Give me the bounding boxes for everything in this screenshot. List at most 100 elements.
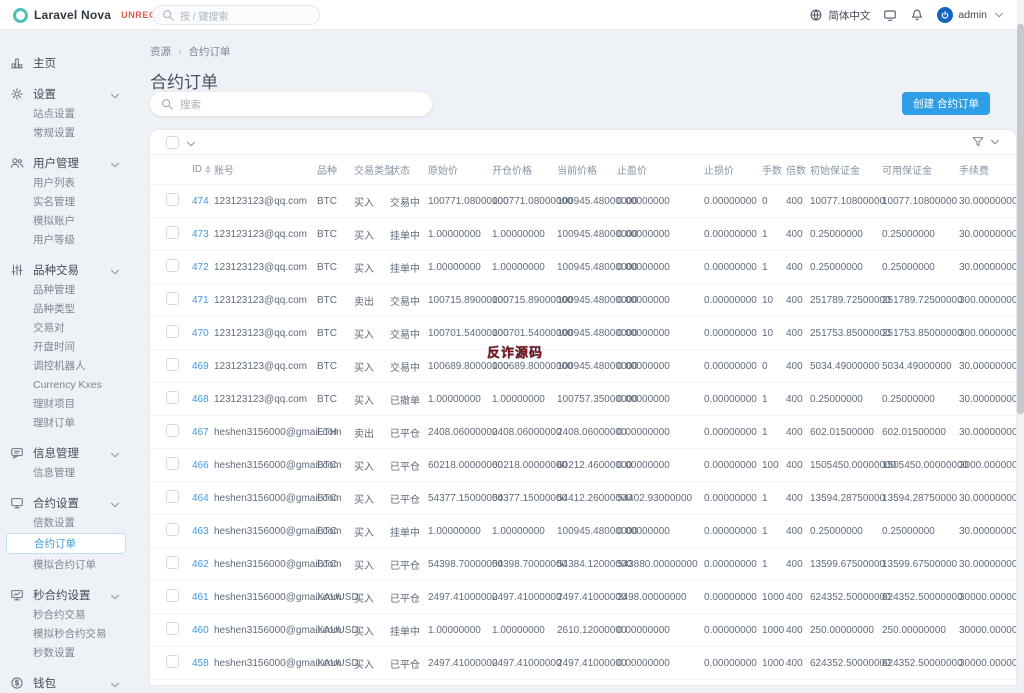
cell: 123123123@qq.com xyxy=(210,284,313,317)
cell: heshen3156000@gmail.com xyxy=(210,614,313,647)
cell: 10 xyxy=(758,317,782,350)
cell: 0.00000000 xyxy=(700,383,758,416)
select-all-chevron-icon[interactable] xyxy=(184,137,194,147)
cell: 400 xyxy=(782,218,806,251)
notifications-button[interactable] xyxy=(910,8,924,22)
row-id-link[interactable]: 461 xyxy=(192,592,209,603)
cell: 624352.50000000 xyxy=(878,647,955,680)
row-checkbox[interactable] xyxy=(166,259,179,272)
row-id-link[interactable]: 462 xyxy=(192,559,209,570)
sidebar-section[interactable]: 信息管理 xyxy=(0,443,140,463)
sidebar-item[interactable]: 理财项目 xyxy=(0,394,140,413)
row-checkbox[interactable] xyxy=(166,391,179,404)
row-id-link[interactable]: 460 xyxy=(192,625,209,636)
sidebar-item[interactable]: 用户列表 xyxy=(0,173,140,192)
row-id-link[interactable]: 472 xyxy=(192,262,209,273)
row-id-link[interactable]: 474 xyxy=(192,196,209,207)
sidebar-item[interactable]: 调控机器人 xyxy=(0,356,140,375)
sidebar-item[interactable]: Currency Kxes xyxy=(0,375,140,394)
chevron-down-icon xyxy=(988,135,1002,149)
sidebar-item[interactable]: 模拟秒合约交易 xyxy=(0,624,140,643)
sidebar-section[interactable]: 合约设置 xyxy=(0,493,140,513)
cell: 1000 xyxy=(758,647,782,680)
cell: 0.00000000 xyxy=(613,251,700,284)
sidebar-item[interactable]: 交易对 xyxy=(0,318,140,337)
sidebar-section[interactable]: 秒合约设置 xyxy=(0,585,140,605)
cell: 1 xyxy=(758,416,782,449)
sort-icon[interactable] xyxy=(205,165,211,174)
sliders-icon xyxy=(10,263,25,278)
sidebar-item[interactable]: 站点设置 xyxy=(0,104,140,123)
row-checkbox[interactable] xyxy=(166,589,179,602)
select-all-checkbox[interactable] xyxy=(166,136,179,149)
page-scrollbar-thumb[interactable] xyxy=(1017,24,1024,414)
row-checkbox[interactable] xyxy=(166,325,179,338)
row-id-link[interactable]: 473 xyxy=(192,229,209,240)
sidebar-item[interactable]: 实名管理 xyxy=(0,192,140,211)
sidebar-section[interactable]: 钱包 xyxy=(0,673,140,693)
row-id-link[interactable]: 464 xyxy=(192,493,209,504)
row-checkbox[interactable] xyxy=(166,556,179,569)
row-id-link[interactable]: 458 xyxy=(192,658,209,669)
sidebar-item[interactable]: 理财订单 xyxy=(0,413,140,432)
row-checkbox[interactable] xyxy=(166,292,179,305)
cell: 400 xyxy=(782,416,806,449)
cell: 100 xyxy=(758,449,782,482)
resource-search-input[interactable]: 搜索 xyxy=(150,92,432,116)
row-id-link[interactable]: 463 xyxy=(192,526,209,537)
cell: 100757.35000000 xyxy=(553,383,613,416)
cell: 0.00000000 xyxy=(613,647,700,680)
row-id-link[interactable]: 470 xyxy=(192,328,209,339)
sidebar-section[interactable]: 主页 xyxy=(0,53,140,73)
theme-toggle-button[interactable] xyxy=(883,8,897,22)
table-row: 461heshen3156000@gmail.comXAUUSD买入已平仓249… xyxy=(150,581,1016,614)
sidebar-item[interactable]: 开盘时间 xyxy=(0,337,140,356)
filter-button[interactable] xyxy=(971,135,1002,149)
sidebar-item[interactable]: 品种类型 xyxy=(0,299,140,318)
user-menu[interactable]: admin xyxy=(937,7,1006,23)
row-checkbox[interactable] xyxy=(166,655,179,668)
chevron-down-icon xyxy=(108,448,118,458)
row-id-link[interactable]: 469 xyxy=(192,361,209,372)
row-id-link[interactable]: 471 xyxy=(192,295,209,306)
cell: 400 xyxy=(782,185,806,218)
row-checkbox[interactable] xyxy=(166,193,179,206)
sidebar-item[interactable]: 模拟账户 xyxy=(0,211,140,230)
row-id-link[interactable]: 467 xyxy=(192,427,209,438)
table-row: 474123123123@qq.comBTC买入交易中100771.080000… xyxy=(150,185,1016,218)
cell: 1.00000000 xyxy=(424,218,488,251)
cell: 0.00000000 xyxy=(700,284,758,317)
sidebar-item[interactable]: 信息管理 xyxy=(0,463,140,482)
row-checkbox[interactable] xyxy=(166,457,179,470)
sidebar-section[interactable]: 设置 xyxy=(0,84,140,104)
sidebar-item[interactable]: 秒合约交易 xyxy=(0,605,140,624)
sidebar-section-label: 设置 xyxy=(33,86,108,102)
sidebar-item[interactable]: 用户等级 xyxy=(0,230,140,249)
column-header[interactable]: ID xyxy=(188,155,210,185)
row-checkbox[interactable] xyxy=(166,622,179,635)
sidebar-section[interactable]: 用户管理 xyxy=(0,153,140,173)
row-id-link[interactable]: 466 xyxy=(192,460,209,471)
row-id-link[interactable]: 468 xyxy=(192,394,209,405)
cell: 0.25000000 xyxy=(806,383,878,416)
sidebar-item[interactable]: 品种管理 xyxy=(0,280,140,299)
sidebar-section[interactable]: 品种交易 xyxy=(0,260,140,280)
locale-switcher[interactable]: 简体中文 xyxy=(809,8,870,23)
sidebar-item-active[interactable]: 合约订单 xyxy=(6,533,126,554)
cell: 0 xyxy=(758,350,782,383)
row-checkbox[interactable] xyxy=(166,358,179,371)
sidebar-item[interactable]: 倍数设置 xyxy=(0,513,140,532)
row-checkbox[interactable] xyxy=(166,523,179,536)
global-search-input[interactable]: 按 / 键搜索 xyxy=(152,5,320,25)
row-checkbox[interactable] xyxy=(166,226,179,239)
row-checkbox[interactable] xyxy=(166,490,179,503)
cell: 60212.46000000 xyxy=(553,449,613,482)
sidebar-item[interactable]: 常规设置 xyxy=(0,123,140,142)
sidebar-item[interactable]: 秒数设置 xyxy=(0,643,140,662)
breadcrumb-resources[interactable]: 资源 xyxy=(150,44,171,59)
create-order-button[interactable]: 创建 合约订单 xyxy=(902,92,990,115)
cell: 64099.00000000 xyxy=(488,680,553,686)
row-checkbox[interactable] xyxy=(166,424,179,437)
cell: 0.00000000 xyxy=(613,350,700,383)
sidebar-item[interactable]: 模拟合约订单 xyxy=(0,555,140,574)
